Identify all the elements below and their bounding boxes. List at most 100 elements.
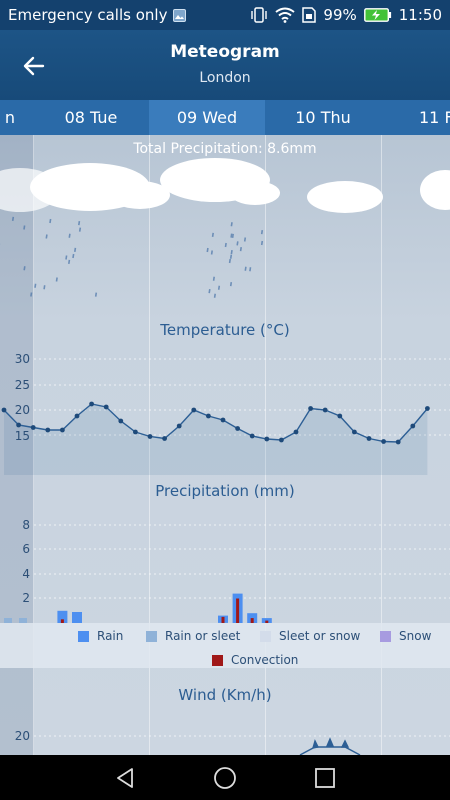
navigation-bar — [0, 755, 450, 800]
page-title: Meteogram — [170, 42, 280, 62]
legend-label-convection: Convection — [231, 653, 299, 667]
legend-label-rain: Rain — [97, 629, 124, 643]
temperature-point — [308, 406, 313, 411]
tab-10-thu[interactable]: 10 Thu — [265, 100, 381, 135]
rain-streak — [72, 253, 75, 259]
rain-streak — [78, 220, 81, 226]
day-tabs: n 08 Tue 09 Wed 10 Thu 11 Fri — [0, 100, 450, 135]
rain-streak — [94, 292, 98, 297]
temp-tick-30: 30 — [14, 352, 30, 366]
battery-charging-icon — [363, 8, 391, 22]
tab-09-wed[interactable]: 09 Wed — [149, 100, 265, 135]
temperature-point — [279, 437, 284, 443]
legend-sleet-or-snow: Sleet or snow — [260, 629, 360, 643]
legend-label-sleet-or-snow: Sleet or snow — [279, 629, 361, 643]
precipitation-bar-convection — [236, 598, 240, 623]
precip-tick-6: 6 — [22, 542, 30, 556]
temperature-point — [381, 439, 386, 444]
rain-streak — [78, 227, 82, 232]
temperature-point — [293, 429, 299, 435]
rain-streak — [23, 266, 26, 271]
temperature-fill — [4, 404, 428, 475]
temp-tick-25: 25 — [14, 378, 30, 392]
rain-streak — [260, 229, 264, 235]
legend-label-rain-or-sleet: Rain or sleet — [165, 629, 241, 643]
temperature-point — [103, 404, 109, 410]
rain-streak — [230, 249, 233, 255]
temperature-point — [176, 423, 182, 429]
location-subtitle: London — [199, 70, 251, 86]
legend-label-snow: Snow — [399, 629, 432, 643]
wind-tick-20: 20 — [14, 729, 30, 743]
rain-streak — [224, 242, 227, 248]
legend-swatch-snow — [380, 630, 391, 642]
temperature-point — [249, 433, 255, 439]
status-left: Emergency calls only — [8, 6, 187, 24]
rain-streak — [231, 233, 234, 239]
rain-streak — [23, 225, 26, 230]
rain-streak — [30, 292, 33, 297]
image-notification-icon — [173, 8, 187, 22]
recents-square-icon — [315, 768, 335, 788]
rain-streak — [229, 281, 233, 287]
nav-home-button[interactable] — [210, 763, 240, 793]
precip-tick-4: 4 — [22, 567, 30, 581]
temperature-area — [4, 404, 428, 475]
temperature-point — [74, 413, 80, 419]
rain-streak — [239, 246, 242, 252]
tab-08-tue[interactable]: 08 Tue — [33, 100, 149, 135]
status-right: 99% 11:50 — [250, 6, 442, 24]
rain-streak — [210, 250, 213, 255]
nav-back-button[interactable] — [110, 763, 140, 793]
rain-streak — [260, 240, 264, 246]
temperature-point — [410, 423, 416, 429]
rain-streak — [11, 216, 15, 222]
rain-streak — [211, 232, 214, 238]
rain-streak — [208, 288, 211, 294]
sim-icon — [302, 7, 317, 23]
temperature-point — [60, 427, 65, 433]
rain-streak — [229, 254, 233, 259]
vibrate-icon — [251, 7, 268, 23]
rain-streak — [45, 234, 48, 239]
rain-streak — [206, 247, 209, 253]
back-triangle-icon — [117, 768, 133, 788]
rain-streak — [43, 285, 46, 290]
temp-tick-15: 15 — [14, 429, 30, 443]
temp-tick-20: 20 — [14, 403, 30, 417]
rain-streak — [243, 237, 247, 242]
temperature-point — [322, 407, 328, 413]
temperature-point — [1, 407, 7, 413]
app-bar: Meteogram London — [0, 30, 450, 100]
tab-11-fri[interactable]: 11 Fri — [381, 100, 450, 135]
temperature-label: Temperature (°C) — [160, 321, 290, 339]
rain-streak — [34, 283, 37, 288]
nav-recents-button[interactable] — [310, 763, 340, 793]
rain-streak — [249, 267, 252, 272]
temperature-point — [425, 406, 430, 411]
temperature-point — [366, 436, 372, 441]
rain-streak — [213, 293, 216, 298]
temperature-point — [206, 413, 211, 419]
legend-swatch-rain — [78, 630, 89, 642]
meteogram-chart[interactable]: Total Precipitation: 8.6mm Temperature (… — [0, 135, 450, 755]
legend-convection: Convection — [212, 653, 298, 667]
rain-streak — [230, 233, 233, 238]
rain-streak — [212, 276, 215, 281]
status-text: Emergency calls only — [8, 6, 168, 24]
tab-prev-partial[interactable]: n — [0, 100, 26, 135]
precipitation-legend: Rain Rain or sleet Sleet or snow Snow Co… — [0, 623, 450, 668]
temperature-point — [337, 413, 343, 419]
rain-streak — [230, 222, 233, 227]
legend-swatch-rain-or-sleet — [146, 630, 157, 642]
precipitation-label: Precipitation (mm) — [155, 482, 295, 500]
rain-streaks — [0, 216, 264, 298]
temperature-point — [45, 427, 51, 433]
temperature-point — [352, 429, 357, 435]
wifi-icon — [275, 7, 296, 23]
rain-streak — [65, 255, 68, 260]
home-circle-icon — [214, 767, 236, 789]
wind-arrows — [299, 737, 361, 755]
legend-rain: Rain — [78, 629, 123, 643]
temperature-point — [220, 417, 226, 423]
